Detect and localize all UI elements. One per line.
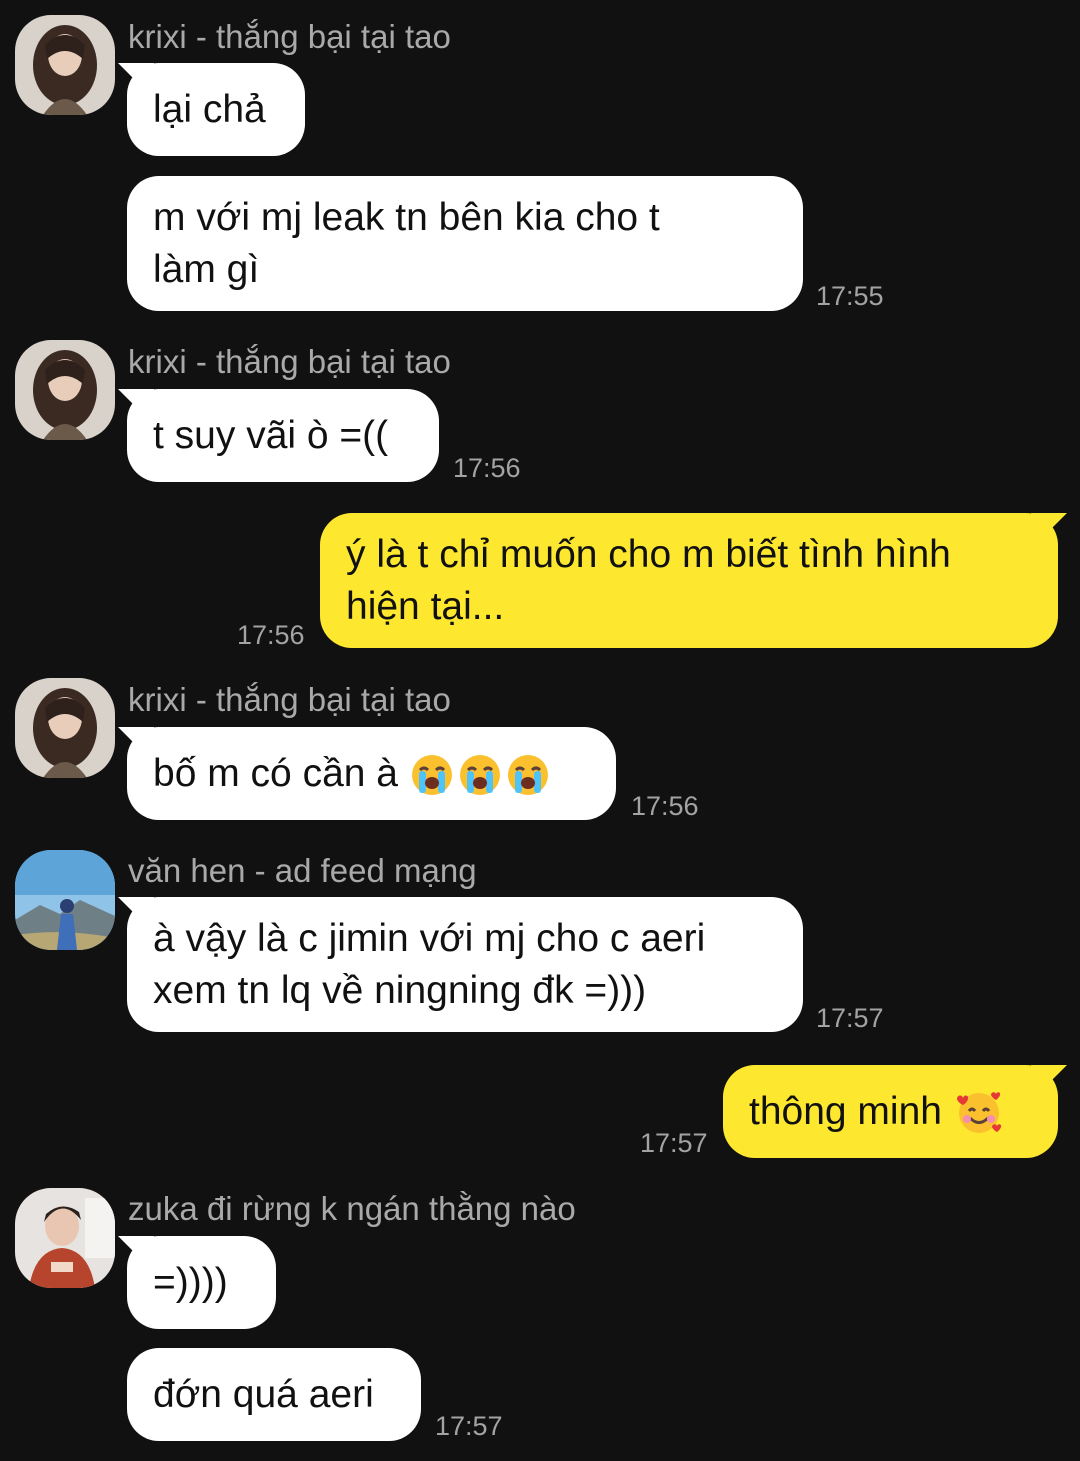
message-text: làm gì — [153, 247, 260, 291]
sender-name: krixi - thắng bại tại tao — [128, 343, 451, 380]
message-timestamp: 17:57 — [640, 1128, 708, 1158]
message-text: lại chả — [153, 87, 266, 131]
avatar[interactable] — [15, 850, 115, 950]
message-timestamp: 17:56 — [453, 453, 521, 483]
loudly-crying-face-icon — [506, 753, 550, 797]
avatar-photo-icon — [15, 678, 115, 778]
message-timestamp: 17:57 — [435, 1411, 503, 1441]
message-text: hiện tại... — [346, 584, 505, 628]
sender-name: krixi - thắng bại tại tao — [128, 18, 451, 55]
avatar-photo-icon — [15, 15, 115, 115]
sender-name: krixi - thắng bại tại tao — [128, 681, 451, 718]
loudly-crying-face-icon — [458, 753, 502, 797]
sender-name: zuka đi rừng k ngán thằng nào — [128, 1190, 576, 1227]
smiling-face-with-hearts-icon — [954, 1087, 1004, 1137]
message-text: bố m có cần à — [153, 751, 398, 795]
message-timestamp: 17:56 — [237, 620, 305, 650]
message-text: thông minh — [749, 1089, 942, 1133]
sender-name: văn hen - ad feed mạng — [128, 852, 477, 889]
message-bubble[interactable]: =)))) — [127, 1236, 276, 1329]
avatar-photo-icon — [15, 850, 115, 950]
message-bubble[interactable]: đớn quá aeri — [127, 1348, 421, 1441]
message-timestamp: 17:57 — [816, 1003, 884, 1033]
message-bubble[interactable]: m với mj leak tn bên kia cho t làm gì — [127, 176, 803, 311]
message-text: đớn quá aeri — [153, 1372, 374, 1416]
avatar[interactable] — [15, 340, 115, 440]
message-timestamp: 17:56 — [631, 791, 699, 821]
message-text: à vậy là c jimin với mj cho c aeri — [153, 916, 706, 960]
message-timestamp: 17:55 — [816, 281, 884, 311]
message-bubble[interactable]: bố m có cần à — [127, 727, 616, 820]
message-text: xem tn lq về ningning đk =))) — [153, 968, 647, 1012]
avatar-photo-icon — [15, 1188, 115, 1288]
avatar[interactable] — [15, 678, 115, 778]
message-text: ý là t chỉ muốn cho m biết tình hình — [346, 532, 951, 576]
avatar-photo-icon — [15, 340, 115, 440]
message-bubble[interactable]: lại chả — [127, 63, 305, 156]
message-text: =)))) — [153, 1260, 228, 1304]
message-bubble[interactable]: t suy vãi ò =(( — [127, 389, 439, 482]
message-text: t suy vãi ò =(( — [153, 413, 389, 457]
message-bubble[interactable]: à vậy là c jimin với mj cho c aeri xem t… — [127, 897, 803, 1032]
message-text: m với mj leak tn bên kia cho t — [153, 195, 660, 239]
avatar[interactable] — [15, 15, 115, 115]
avatar[interactable] — [15, 1188, 115, 1288]
loudly-crying-face-icon — [410, 753, 454, 797]
message-bubble[interactable]: thông minh — [723, 1065, 1058, 1158]
message-bubble[interactable]: ý là t chỉ muốn cho m biết tình hình hiệ… — [320, 513, 1058, 648]
